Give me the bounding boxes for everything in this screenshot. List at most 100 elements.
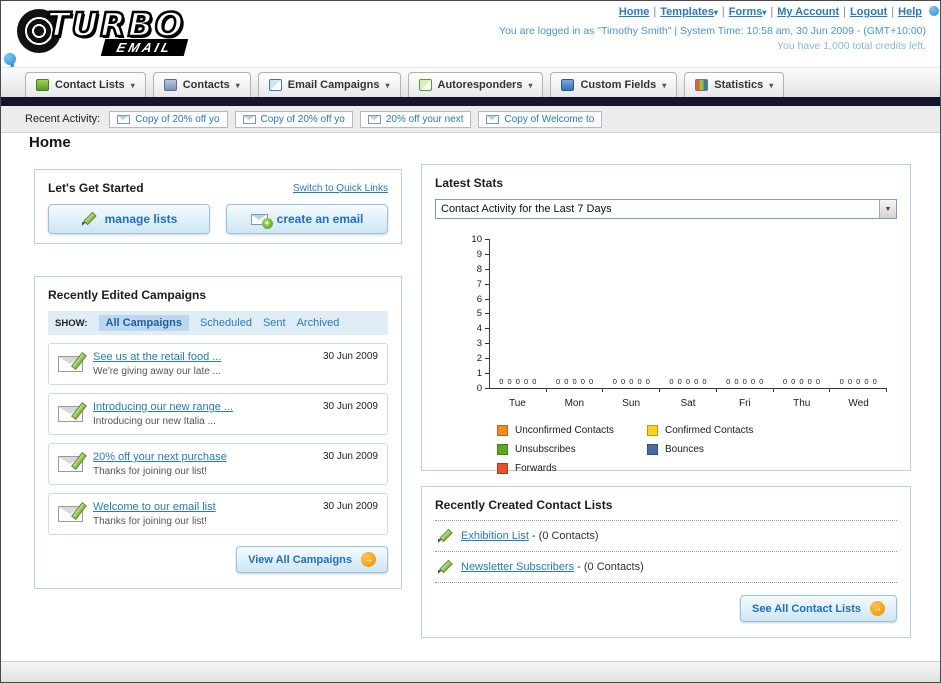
- footer-bar: [1, 661, 940, 682]
- legend-swatch: [497, 463, 508, 474]
- chevron-down-icon: ▼: [879, 200, 896, 218]
- x-axis-label-mon: Mon: [564, 398, 585, 409]
- stats-activity-select[interactable]: Contact Activity for the Last 7 Days ▼: [435, 199, 897, 219]
- y-axis-label: 0: [477, 383, 489, 394]
- campaign-row[interactable]: Introducing our new range ... Introducing…: [48, 393, 388, 435]
- chart-legend: Unconfirmed Contacts Confirmed Contacts Un…: [497, 425, 887, 474]
- x-axis-label-fri: Fri: [739, 398, 751, 409]
- campaign-filter-all-campaigns[interactable]: All Campaigns: [98, 315, 189, 331]
- tab-autoresponders[interactable]: Autoresponders ▾: [407, 72, 544, 97]
- legend-label: Unsubscribes: [515, 444, 576, 455]
- tab-custom-fields[interactable]: Custom Fields ▾: [550, 72, 678, 97]
- view-all-campaigns-label: View All Campaigns: [248, 553, 352, 566]
- x-axis-label-sat: Sat: [680, 398, 696, 409]
- chevron-down-icon: ▾: [235, 80, 240, 90]
- recent-activity-item-label: Copy of Welcome to: [504, 113, 595, 125]
- contact-list-row[interactable]: Newsletter Subscribers - (0 Contacts): [435, 552, 897, 583]
- see-all-contact-lists-button[interactable]: See All Contact Lists →: [739, 595, 897, 622]
- tab-label-email-campaigns: Email Campaigns: [287, 79, 380, 91]
- contacts-icon: [163, 79, 177, 91]
- chart-plot: 0 0 0 0 00 0 0 0 00 0 0 0 00 0 0 0 00 0 …: [489, 239, 887, 392]
- latest-stats-panel: Latest Stats Contact Activity for the La…: [421, 164, 911, 474]
- campaign-title-link[interactable]: Introducing our new range ...: [93, 401, 233, 413]
- credits-info: You have 1,000 total credits left.: [776, 40, 926, 52]
- contact-list-row[interactable]: Exhibition List - (0 Contacts): [435, 521, 897, 552]
- chevron-down-icon: ▾: [662, 80, 667, 90]
- tab-email-campaigns[interactable]: Email Campaigns ▾: [257, 72, 401, 97]
- legend-label: Confirmed Contacts: [665, 425, 754, 436]
- y-axis-label: 7: [477, 279, 489, 290]
- stats-activity-select-value: Contact Activity for the Last 7 Days: [441, 203, 612, 215]
- campaign-date: 30 Jun 2009: [322, 501, 378, 512]
- chart-x-labels: Tue Mon Sun Sat Fri Thu Wed: [489, 398, 887, 409]
- email-edit-icon: [58, 506, 83, 522]
- campaign-filter-sent[interactable]: Sent: [263, 317, 286, 329]
- nav-link-forms[interactable]: Forms ▾: [729, 6, 767, 18]
- contact-lists-icon: [36, 79, 49, 91]
- legend-item-unsubscribes: Unsubscribes: [497, 444, 647, 455]
- recent-activity-items: Copy of 20% off yo Copy of 20% off yo 20% …: [109, 110, 603, 128]
- chart-y-axis: 10 9 8 7 6 5 4 3 2 1 0: [463, 234, 489, 394]
- tab-contact-lists[interactable]: Contact Lists ▾: [25, 72, 146, 97]
- legend-swatch: [647, 425, 658, 436]
- recent-activity-item-4[interactable]: Copy of Welcome to: [478, 110, 603, 128]
- turbo-email-logo: TURBO EMAIL: [17, 4, 287, 61]
- campaign-title-link[interactable]: 20% off your next purchase: [93, 451, 227, 463]
- arrow-right-icon: →: [870, 601, 885, 616]
- decorative-blue-dot-right: [929, 6, 939, 16]
- create-email-label: create an email: [276, 212, 364, 226]
- contact-list-text: Exhibition List - (0 Contacts): [461, 530, 599, 542]
- nav-link-logout[interactable]: Logout: [850, 6, 887, 18]
- recent-activity-bar: Recent Activity: Copy of 20% off yo Copy …: [1, 106, 940, 133]
- switch-to-quick-links-link[interactable]: Switch to Quick Links: [293, 183, 388, 194]
- recent-activity-item-2[interactable]: Copy of 20% off yo: [234, 110, 353, 128]
- recent-activity-item-3[interactable]: 20% off your next: [359, 110, 472, 128]
- campaign-title-link[interactable]: Welcome to our email list: [93, 501, 216, 513]
- campaign-text: Introducing our new range ... Introducing…: [93, 401, 233, 427]
- contact-list-link[interactable]: Newsletter Subscribers: [461, 561, 574, 573]
- tab-statistics[interactable]: Statistics ▾: [684, 72, 785, 97]
- logo-email-text: EMAIL: [100, 39, 189, 56]
- nav-link-help[interactable]: Help: [898, 6, 922, 18]
- recent-activity-item-1[interactable]: Copy of 20% off yo: [109, 110, 228, 128]
- campaign-filter-archived[interactable]: Archived: [297, 317, 340, 329]
- dark-divider-bar: [1, 97, 940, 106]
- campaign-row[interactable]: See us at the retail food ... We're givin…: [48, 343, 388, 385]
- legend-item-unconfirmed-contacts: Unconfirmed Contacts: [497, 425, 647, 436]
- x-axis-label-sun: Sun: [622, 398, 641, 409]
- get-started-panel: Let's Get Started Switch to Quick Links …: [34, 169, 402, 244]
- campaign-date: 30 Jun 2009: [322, 351, 378, 362]
- campaign-date: 30 Jun 2009: [322, 401, 378, 412]
- email-icon: [486, 114, 500, 124]
- legend-item-bounces: Bounces: [647, 444, 797, 455]
- campaign-text: Welcome to our email list Thanks for join…: [93, 501, 216, 527]
- chevron-down-icon: ▾: [528, 80, 533, 90]
- tab-contacts[interactable]: Contacts ▾: [152, 72, 251, 97]
- bar-group-sat: 0 0 0 0 0: [660, 377, 717, 392]
- y-axis-label: 10: [471, 234, 489, 245]
- campaign-list: See us at the retail food ... We're givin…: [48, 343, 388, 535]
- campaign-filter-scheduled[interactable]: Scheduled: [200, 317, 252, 329]
- campaign-title-link[interactable]: See us at the retail food ...: [93, 351, 221, 363]
- contact-list-link[interactable]: Exhibition List: [461, 530, 529, 542]
- nav-link-home[interactable]: Home: [619, 6, 650, 18]
- main-tab-bar: Contact Lists ▾ Contacts ▾ Email Campaigns ▾ A…: [1, 67, 940, 97]
- campaign-text: See us at the retail food ... We're givin…: [93, 351, 221, 377]
- view-all-campaigns-button[interactable]: View All Campaigns →: [236, 546, 388, 573]
- contact-list: Exhibition List - (0 Contacts) Newsletter…: [435, 520, 897, 583]
- recent-activity-label: Recent Activity:: [25, 113, 101, 125]
- bar-group-wed: 0 0 0 0 0: [830, 377, 887, 392]
- nav-link-templates[interactable]: Templates ▾: [660, 6, 718, 18]
- nav-separator: |: [653, 6, 657, 18]
- create-an-email-button[interactable]: create an email: [226, 204, 388, 234]
- campaign-row[interactable]: 20% off your next purchase Thanks for joi…: [48, 443, 388, 485]
- campaign-row[interactable]: Welcome to our email list Thanks for join…: [48, 493, 388, 535]
- legend-swatch: [497, 425, 508, 436]
- y-axis-label: 3: [477, 338, 489, 349]
- nav-link-my-account[interactable]: My Account: [777, 6, 839, 18]
- stats-title: Latest Stats: [435, 176, 504, 190]
- y-axis-label: 4: [477, 323, 489, 334]
- autoresponders-icon: [418, 79, 432, 91]
- manage-lists-button[interactable]: manage lists: [48, 204, 210, 234]
- email-edit-icon: [58, 406, 83, 422]
